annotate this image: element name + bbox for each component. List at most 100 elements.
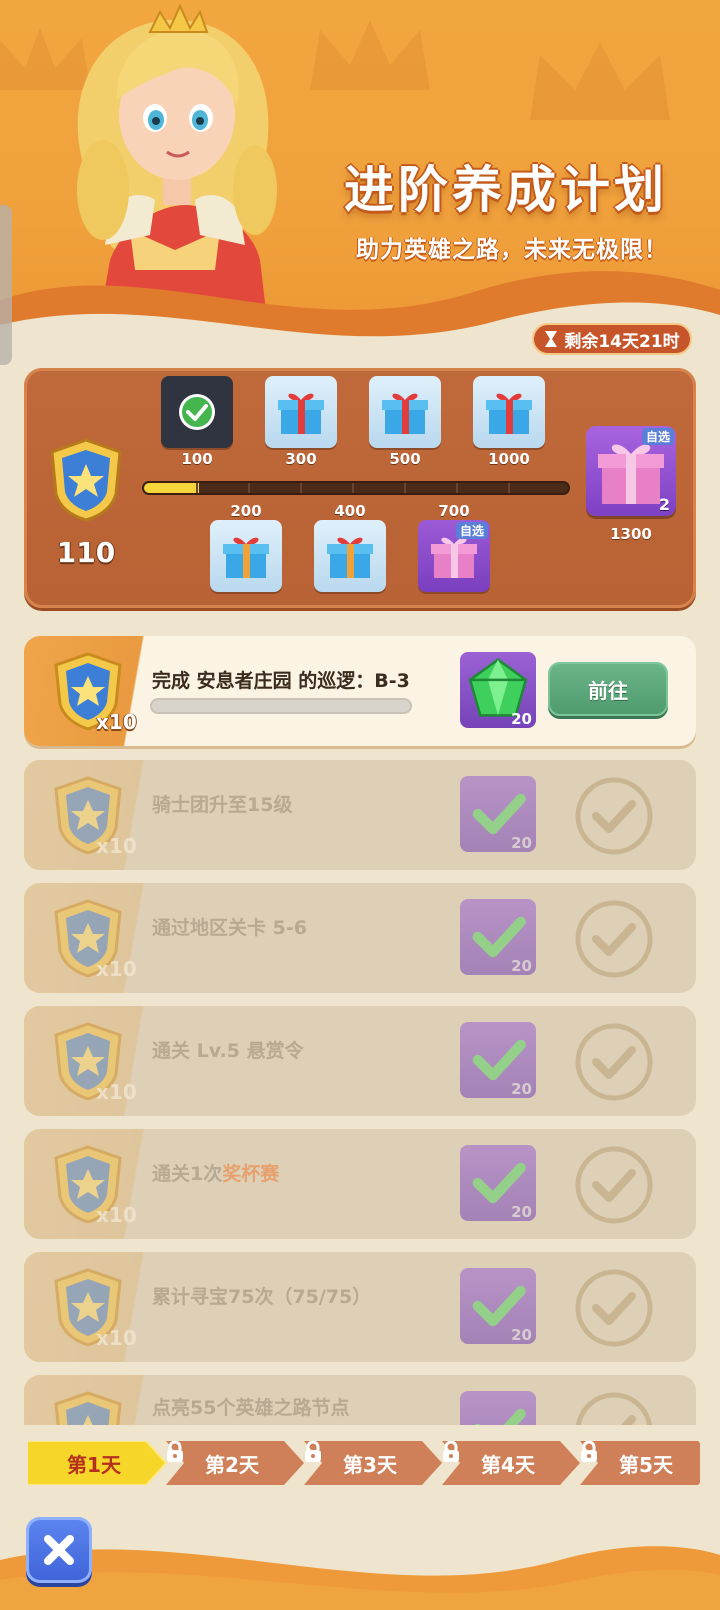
blue-gift-box-icon — [486, 393, 532, 434]
tab-day-label: 第1天 — [67, 1452, 121, 1477]
lock-icon — [167, 1441, 183, 1462]
blue-gift-box-icon — [327, 537, 373, 578]
task-reward-gem: 20 — [460, 776, 536, 852]
trophy-match-link: 奖杯赛 — [222, 1163, 280, 1185]
milestone-reward-400[interactable] — [314, 520, 386, 592]
gem-quantity: 20 — [511, 710, 532, 728]
milestone-reward-200[interactable] — [210, 520, 282, 592]
blue-gift-box-icon — [223, 537, 269, 578]
self-select-tag: 自选 — [455, 522, 488, 539]
task-multiplier: x10 — [96, 1080, 137, 1104]
task-description-target: B-3 — [374, 670, 410, 692]
gem-quantity: 20 — [511, 1326, 532, 1344]
track-tick — [248, 483, 250, 493]
milestone-label: 400 — [334, 502, 366, 520]
header-banner: 进阶养成计划 助力英雄之路，未来无极限！ 剩余14天21时 — [0, 0, 720, 360]
task-reward-gem: 20 — [460, 1268, 536, 1344]
task-multiplier: x10 — [96, 1203, 137, 1227]
task-reward-gem: 20 — [460, 1145, 536, 1221]
milestone-label: 1000 — [488, 450, 530, 468]
hourglass-icon — [545, 331, 558, 347]
completed-check-icon — [574, 1268, 654, 1348]
milestone-label: 100 — [181, 450, 213, 468]
tab-day-2[interactable]: 第2天 — [166, 1441, 310, 1485]
final-reward-1300[interactable]: 自选 2 — [586, 426, 676, 516]
progress-reward-panel: 110 100 300 500 1000 200 400 700 自选 自选 2… — [24, 368, 696, 608]
crown-decoration-icon — [310, 20, 430, 90]
completed-check-icon — [574, 1145, 654, 1225]
blue-gift-box-icon — [278, 393, 324, 434]
gem-quantity: 20 — [511, 1203, 532, 1221]
task-reward-gem[interactable]: 20 — [460, 652, 536, 728]
task-description: 累计寻宝75次（75/75） — [152, 1286, 372, 1308]
lock-icon — [305, 1441, 321, 1462]
task-row: x10 通关 Lv.5 悬赏令 20 — [24, 1006, 696, 1116]
milestone-reward-500[interactable] — [369, 376, 441, 448]
gem-quantity: 20 — [511, 957, 532, 975]
task-description: 通过地区关卡 5-6 — [152, 917, 307, 939]
progress-track-fill — [144, 483, 200, 493]
task-description: 完成 安息者庄园 的巡逻：B-3 — [152, 666, 410, 693]
task-row: x10 完成 安息者庄园 的巡逻：B-3 20 前往 — [24, 636, 696, 746]
tab-day-label: 第4天 — [481, 1452, 535, 1477]
tab-day-5[interactable]: 第5天 — [580, 1441, 700, 1485]
tab-day-3[interactable]: 第3天 — [304, 1441, 448, 1485]
milestone-label: 1300 — [610, 525, 652, 543]
task-progress-bar — [150, 698, 412, 714]
gem-quantity: 20 — [511, 834, 532, 852]
lock-icon — [443, 1441, 459, 1462]
milestone-reward-100[interactable] — [161, 376, 233, 448]
final-reward-quantity: 2 — [658, 495, 670, 514]
page-subtitle: 助力英雄之路，未来无极限！ — [356, 237, 668, 263]
task-multiplier: x10 — [96, 834, 137, 858]
task-description: 骑士团升至15级 — [152, 794, 293, 816]
lock-icon — [581, 1441, 597, 1462]
task-description: 通关1次奖杯赛 — [152, 1159, 279, 1186]
task-row: x10 通关1次奖杯赛 20 — [24, 1129, 696, 1239]
task-row: x10 累计寻宝75次（75/75） 20 — [24, 1252, 696, 1362]
gem-quantity: 20 — [511, 1080, 532, 1098]
milestone-reward-300[interactable] — [265, 376, 337, 448]
tab-day-label: 第3天 — [343, 1452, 397, 1477]
day-tab-bar: 第1天 第2天 第3天 第4天 第5天 — [0, 1425, 720, 1495]
milestone-label: 700 — [438, 502, 470, 520]
remaining-time-text: 剩余14天21时 — [564, 331, 680, 352]
blue-gift-box-icon — [382, 393, 428, 434]
completed-check-icon — [574, 899, 654, 979]
track-tick — [456, 483, 458, 493]
self-select-tag: 自选 — [641, 428, 674, 445]
completed-check-icon — [574, 1022, 654, 1102]
milestone-label: 200 — [230, 502, 262, 520]
track-tick — [404, 483, 406, 493]
side-pull-tab[interactable] — [0, 205, 12, 365]
task-row: x10 骑士团升至15级 20 — [24, 760, 696, 870]
completed-check-icon — [574, 776, 654, 856]
task-row: x10 通过地区关卡 5-6 20 — [24, 883, 696, 993]
milestone-reward-1000[interactable] — [473, 376, 545, 448]
claimed-check-icon — [179, 394, 215, 430]
track-tick — [352, 483, 354, 493]
close-icon — [44, 1535, 74, 1565]
page-title: 进阶养成计划 — [344, 161, 668, 219]
task-description: 点亮55个英雄之路节点 — [152, 1397, 350, 1419]
progress-track — [142, 481, 570, 495]
tab-day-label: 第2天 — [205, 1452, 259, 1477]
task-reward-gem: 20 — [460, 1022, 536, 1098]
task-multiplier: x10 — [96, 957, 137, 981]
tab-day-label: 第5天 — [619, 1452, 673, 1477]
track-tick — [196, 483, 198, 493]
tab-day-4[interactable]: 第4天 — [442, 1441, 586, 1485]
milestone-label: 300 — [285, 450, 317, 468]
track-tick — [508, 483, 510, 493]
milestone-reward-700[interactable]: 自选 — [418, 520, 490, 592]
tab-day-1[interactable]: 第1天 — [28, 1441, 172, 1485]
go-button[interactable]: 前往 — [548, 662, 668, 716]
remaining-time-badge: 剩余14天21时 — [532, 323, 692, 355]
task-description-text: 完成 安息者庄园 的巡逻： — [152, 670, 375, 692]
milestone-label: 500 — [389, 450, 421, 468]
footer-wave — [0, 1546, 720, 1610]
task-description-text: 通关1次 — [152, 1163, 223, 1185]
progress-points-count: 110 — [56, 536, 116, 569]
close-button[interactable] — [26, 1517, 92, 1583]
task-multiplier: x10 — [96, 1326, 137, 1350]
